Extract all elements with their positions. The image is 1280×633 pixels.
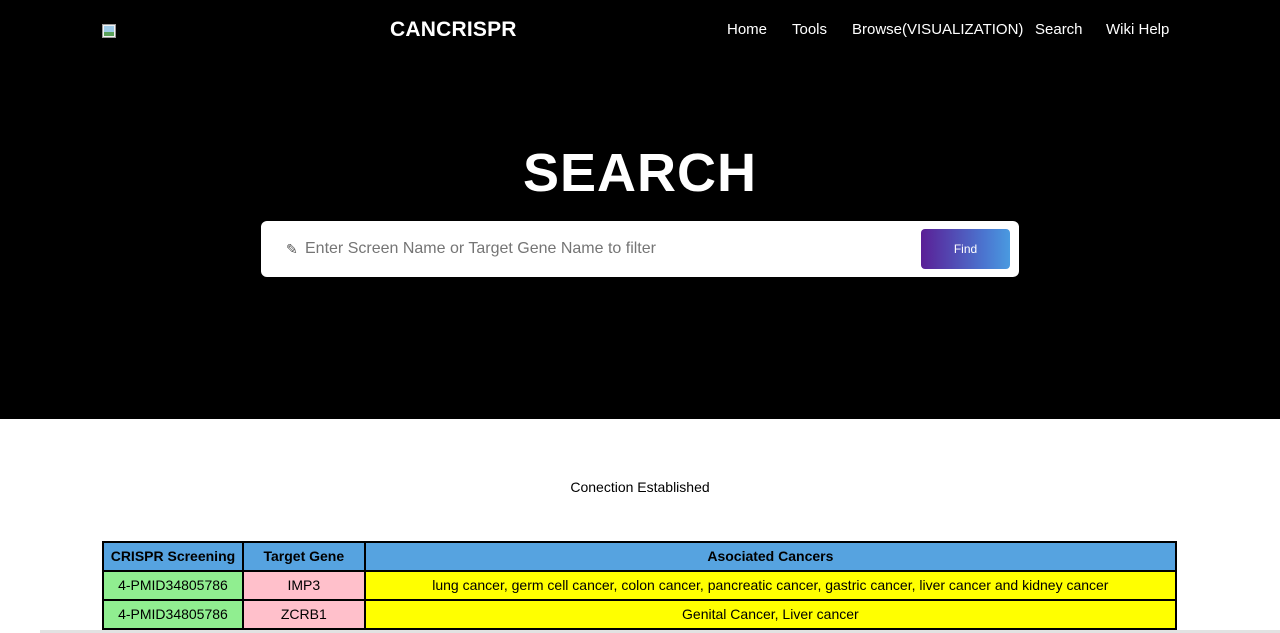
table-row: 4-PMID34805786 IMP3 lung cancer, germ ce… bbox=[102, 570, 1178, 601]
column-header-screening: CRISPR Screening bbox=[102, 541, 244, 572]
nav-tools[interactable]: Tools bbox=[792, 20, 827, 40]
search-input[interactable] bbox=[305, 235, 905, 263]
page-title: SEARCH bbox=[522, 143, 758, 203]
column-header-cancers: Asociated Cancers bbox=[363, 541, 1178, 572]
find-button[interactable]: Find bbox=[921, 229, 1010, 269]
broken-logo-image-icon[interactable] bbox=[102, 24, 116, 38]
site-brand[interactable]: CANCRISPR bbox=[390, 18, 517, 42]
nav-search[interactable]: Search bbox=[1035, 20, 1083, 40]
nav-wiki-help[interactable]: Wiki Help bbox=[1106, 20, 1169, 40]
cell-target-gene: ZCRB1 bbox=[241, 599, 366, 630]
connection-status: Conection Established bbox=[570, 479, 710, 495]
results-table: CRISPR Screening Target Gene Asociated C… bbox=[102, 541, 1178, 633]
cell-screening: 4-PMID34805786 bbox=[102, 599, 244, 630]
column-header-target-gene: Target Gene bbox=[241, 541, 366, 572]
cell-target-gene: IMP3 bbox=[241, 570, 366, 601]
table-header-row: CRISPR Screening Target Gene Asociated C… bbox=[102, 541, 1178, 572]
cell-cancers: Genital Cancer, Liver cancer bbox=[363, 599, 1178, 630]
pencil-icon: ✎ bbox=[286, 241, 298, 257]
nav-browse-visualization[interactable]: Browse(VISUALIZATION) bbox=[852, 20, 1023, 40]
cell-screening: 4-PMID34805786 bbox=[102, 570, 244, 601]
table-row: 4-PMID34805786 ZCRB1 Genital Cancer, Liv… bbox=[102, 599, 1178, 630]
cell-cancers: lung cancer, germ cell cancer, colon can… bbox=[363, 570, 1178, 601]
nav-home[interactable]: Home bbox=[727, 20, 767, 40]
hero-section: CANCRISPR Home Tools Browse(VISUALIZATIO… bbox=[0, 0, 1280, 419]
search-box: ✎ Find bbox=[261, 221, 1019, 277]
